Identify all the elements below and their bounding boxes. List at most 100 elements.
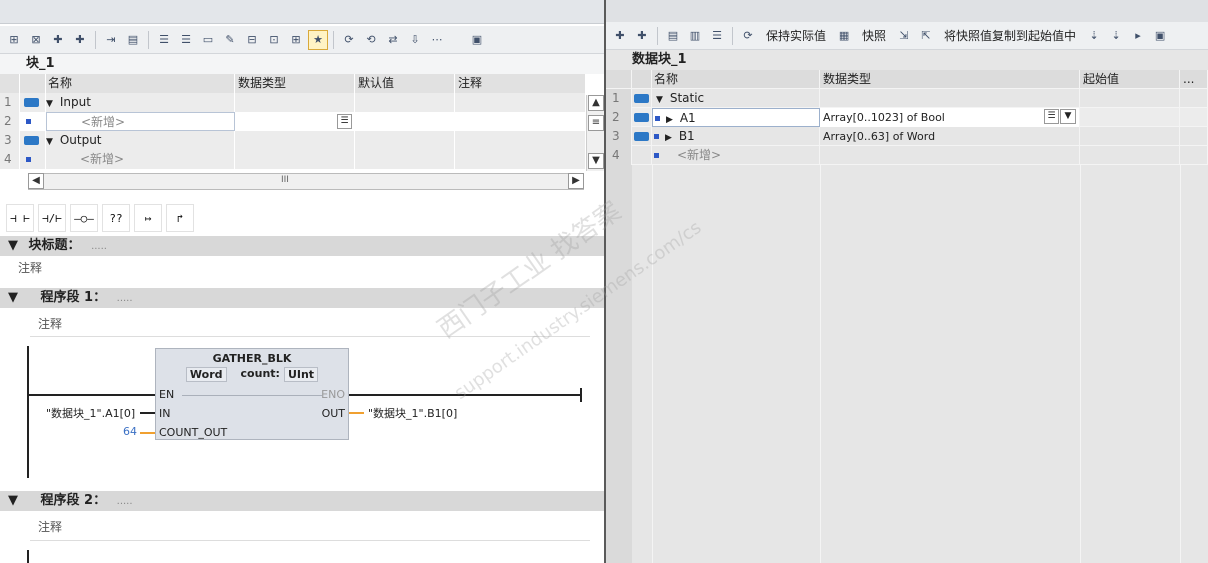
table-row[interactable]: 4 <新增> xyxy=(606,146,1208,165)
snapshot-button[interactable]: 快照 xyxy=(856,27,892,44)
scroll-up-icon[interactable]: ▲ xyxy=(588,95,604,111)
operand-representation-icon[interactable]: ⊟ xyxy=(242,30,262,50)
collapse-triangle-icon[interactable]: ▼ xyxy=(656,91,666,108)
col-header-default[interactable]: 默认值 xyxy=(355,74,455,93)
row-default-cell[interactable] xyxy=(355,131,455,150)
scroll-down-icon[interactable]: ▼ xyxy=(588,153,604,169)
insert-row-icon[interactable]: ✚ xyxy=(610,26,630,46)
more-icon[interactable]: ▸ xyxy=(1128,26,1148,46)
collapse-triangle-icon[interactable]: ▼ xyxy=(46,133,56,150)
nc-contact-button[interactable]: ⊣/⊢ xyxy=(38,204,66,232)
row-type-cell[interactable] xyxy=(820,146,1080,165)
network-2-dots[interactable]: ..... xyxy=(117,496,133,507)
collapse-icon[interactable]: ☰ xyxy=(154,30,174,50)
in-operand[interactable]: "数据块_1".A1[0] xyxy=(46,405,135,421)
network-2-comment[interactable]: 注释 xyxy=(38,518,62,535)
add-new-cell[interactable]: <新增> xyxy=(677,148,721,162)
scroll-thumb-icon[interactable]: ≡ xyxy=(588,115,604,131)
table-row[interactable]: 2 ▶ A1 Array[0..1023] of Bool ☰ ▼ xyxy=(606,108,1208,127)
table-row[interactable]: 4 <新增> xyxy=(0,150,586,169)
row-name-cell[interactable]: ▼ Output xyxy=(46,131,235,150)
row-comment-cell[interactable] xyxy=(455,93,586,112)
count-value[interactable]: 64 xyxy=(123,425,137,438)
load-snapshot-icon[interactable]: ⇱ xyxy=(916,26,936,46)
compare-icon[interactable]: ⇄ xyxy=(383,30,403,50)
interface-vertical-scrollbar[interactable]: ▲ ≡ ▼ xyxy=(586,95,604,171)
network-1-dots[interactable]: ..... xyxy=(117,293,133,304)
gather-blk-box[interactable]: GATHER_BLK Word count: UInt EN ENO IN OU… xyxy=(155,348,349,440)
goto-icon[interactable]: ⇥ xyxy=(101,30,121,50)
col-header-name[interactable]: 名称 xyxy=(652,70,820,89)
comment-icon[interactable]: ✎ xyxy=(220,30,240,50)
monitor-icon[interactable]: ⟳ xyxy=(738,26,758,46)
load-start-more-icon[interactable]: ⇣ xyxy=(1106,26,1126,46)
table-row[interactable]: 3 ▶ B1 Array[0..63] of Word xyxy=(606,127,1208,146)
fb-type-word[interactable]: Word xyxy=(185,367,227,382)
scroll-grip[interactable]: III xyxy=(281,175,289,185)
add-row-icon[interactable]: ✚ xyxy=(632,26,652,46)
row-comment-cell[interactable] xyxy=(455,131,586,150)
list-icon[interactable]: ☰ xyxy=(707,26,727,46)
row-comment-cell[interactable] xyxy=(455,112,586,131)
close-branch-button[interactable]: ↱ xyxy=(166,204,194,232)
row-more-cell[interactable] xyxy=(1180,146,1208,165)
col-header-type[interactable]: 数据类型 xyxy=(820,70,1080,89)
row-name-cell[interactable]: ▼ Input xyxy=(46,93,235,112)
expand-triangle-icon[interactable]: ▶ xyxy=(666,111,676,126)
keep-actual-values-button[interactable]: 保持实际值 xyxy=(760,27,832,44)
modify-operand-icon[interactable]: ⊞ xyxy=(286,30,306,50)
row-type-cell[interactable] xyxy=(235,150,355,169)
collapse-triangle-icon[interactable]: ▼ xyxy=(8,493,18,508)
row-type-cell[interactable] xyxy=(235,131,355,150)
snapshot-db-icon[interactable]: ▦ xyxy=(834,26,854,46)
collapse-triangle-icon[interactable]: ▼ xyxy=(46,95,56,112)
col-header-comment[interactable]: 注释 xyxy=(455,74,586,93)
row-type-cell[interactable]: Array[0..63] of Word xyxy=(820,127,1080,146)
insert-row-icon[interactable]: ✚ xyxy=(48,30,68,50)
add-new-cell[interactable]: <新增> xyxy=(46,150,235,169)
row-name-cell[interactable]: ▶ A1 xyxy=(652,108,820,127)
download-icon[interactable]: ⇩ xyxy=(405,30,425,50)
block-comment[interactable]: 注释 xyxy=(18,259,42,276)
table-row[interactable]: 1 ▼ Static xyxy=(606,89,1208,108)
db-icon[interactable]: ▤ xyxy=(123,30,143,50)
table-row[interactable]: 2 <新增> ☰ xyxy=(0,112,586,131)
row-name-cell[interactable]: ▼ Static xyxy=(652,89,820,108)
col-header-start[interactable]: 起始值 xyxy=(1080,70,1180,89)
row-start-cell[interactable] xyxy=(1080,127,1180,146)
network-2-header[interactable]: ▼ 程序段 2： ..... xyxy=(0,491,604,511)
favorites-icon[interactable]: ★ xyxy=(308,29,328,50)
collapse-triangle-icon[interactable]: ▼ xyxy=(8,290,18,305)
row-name-cell[interactable]: ▶ B1 xyxy=(652,127,820,146)
fb-type-uint[interactable]: UInt xyxy=(283,367,319,382)
coil-button[interactable]: –○– xyxy=(70,204,98,232)
panel-icon[interactable]: ▣ xyxy=(467,30,487,50)
tag-info-icon[interactable]: ⊡ xyxy=(264,30,284,50)
copy-snapshot-to-start-button[interactable]: 将快照值复制到起始值中 xyxy=(938,27,1082,44)
monitor-icon[interactable]: ⟳ xyxy=(339,30,359,50)
row-type-cell[interactable] xyxy=(235,93,355,112)
absolute-address-icon[interactable]: ▭ xyxy=(198,30,218,50)
insert-network-icon[interactable]: ⊞ xyxy=(4,30,24,50)
row-start-cell[interactable] xyxy=(1080,89,1180,108)
dropdown-arrow-icon[interactable]: ▼ xyxy=(1060,109,1076,124)
row-start-cell[interactable] xyxy=(1080,108,1180,127)
row-default-cell[interactable] xyxy=(355,93,455,112)
row-more-cell[interactable] xyxy=(1180,108,1208,127)
col-header-name[interactable]: 名称 xyxy=(46,74,235,93)
add-new-cell[interactable]: <新增> xyxy=(46,112,235,131)
row-default-cell[interactable] xyxy=(355,112,455,131)
collapse-triangle-icon[interactable]: ▼ xyxy=(8,238,18,253)
col-header-more[interactable]: ... xyxy=(1180,70,1208,89)
type-picker-icon[interactable]: ☰ xyxy=(1044,109,1059,124)
row-type-cell[interactable] xyxy=(820,89,1080,108)
collapse-all-icon[interactable]: ▥ xyxy=(685,26,705,46)
row-more-cell[interactable] xyxy=(1180,127,1208,146)
add-row-icon[interactable]: ✚ xyxy=(70,30,90,50)
delete-network-icon[interactable]: ⊠ xyxy=(26,30,46,50)
row-start-cell[interactable] xyxy=(1080,146,1180,165)
table-row[interactable]: 3 ▼ Output xyxy=(0,131,586,150)
expand-all-icon[interactable]: ▤ xyxy=(663,26,683,46)
table-row[interactable]: 1 ▼ Input xyxy=(0,93,586,112)
monitor-all-icon[interactable]: ⟲ xyxy=(361,30,381,50)
